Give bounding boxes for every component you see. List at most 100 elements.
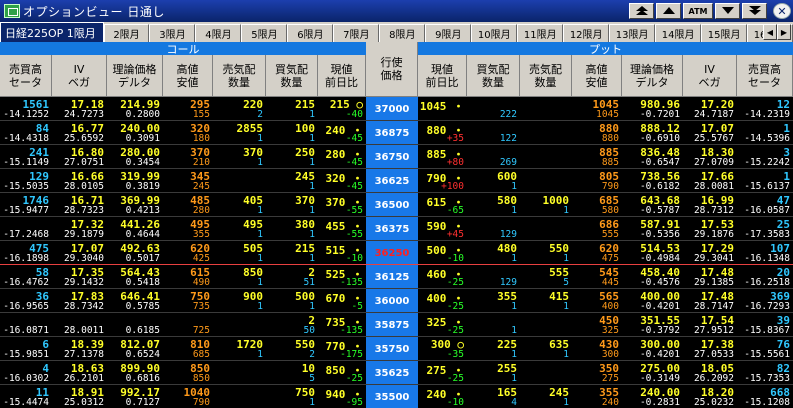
call-cell-0[interactable]: 84 -14.4318 [0, 121, 52, 145]
call-cell-6[interactable]: 525 ・ -135 [318, 265, 366, 289]
put-cell-6[interactable]: 76 -15.5561 [737, 337, 793, 361]
tab-expiry-10[interactable]: 10限月 [471, 24, 518, 42]
put-cell-2[interactable] [520, 97, 572, 121]
tab-expiry-8[interactable]: 8限月 [379, 24, 426, 42]
put-cell-3[interactable]: 686 555 [572, 217, 622, 241]
put-cell-0[interactable]: 400 ・ -25 [418, 289, 467, 313]
put-cell-3[interactable]: 450 325 [572, 313, 622, 337]
strike-price[interactable]: 35625 [366, 361, 418, 385]
strike-price[interactable]: 36875 [366, 121, 418, 145]
call-cell-1[interactable]: 17.07 29.3040 [52, 241, 107, 265]
call-cell-1[interactable]: 16.66 28.0105 [52, 169, 107, 193]
put-cell-6[interactable]: 82 -15.7353 [737, 361, 793, 385]
strike-price[interactable]: 35875 [366, 313, 418, 337]
call-header-3[interactable]: 高値 安値 [163, 55, 213, 97]
call-cell-6[interactable]: 670 ・ -5 [318, 289, 366, 313]
put-cell-4[interactable]: 514.53 -0.4984 [622, 241, 683, 265]
call-cell-1[interactable]: 17.35 29.1432 [52, 265, 107, 289]
strike-header[interactable]: 行使 価格 [366, 42, 418, 97]
put-cell-3[interactable]: 350 275 [572, 361, 622, 385]
put-cell-2[interactable]: 555 5 [520, 265, 572, 289]
put-header-0[interactable]: 現値 前日比 [418, 55, 467, 97]
call-cell-4[interactable]: 220 2 [213, 97, 266, 121]
call-cell-0[interactable]: 1561 -14.1252 [0, 97, 52, 121]
tab-expiry-1[interactable]: 日経225OP 1限月 [0, 22, 104, 42]
put-cell-1[interactable]: 355 1 [467, 289, 520, 313]
put-cell-0[interactable]: 275 ・ -25 [418, 361, 467, 385]
call-cell-2[interactable]: 280.00 0.3454 [107, 145, 163, 169]
call-header-6[interactable]: 現値 前日比 [318, 55, 366, 97]
call-cell-5[interactable]: 370 1 [266, 193, 318, 217]
call-cell-6[interactable]: 515 ・ -10 [318, 241, 366, 265]
strike-price[interactable]: 35750 [366, 337, 418, 361]
option-row[interactable]: 6 -15.9851 18.39 27.1378 812.07 0.6524 810 685 1… [0, 337, 793, 361]
put-cell-3[interactable]: 880 880 [572, 121, 622, 145]
call-cell-2[interactable]: 992.17 0.7127 [107, 385, 163, 408]
option-row[interactable]: -16.0871 28.0011 0.6185 725 2 50 735 ・ -135 325 … [0, 313, 793, 337]
call-header-4[interactable]: 売気配 数量 [213, 55, 266, 97]
put-cell-3[interactable]: 565 400 [572, 289, 622, 313]
put-cell-0[interactable]: 790 ・ +100 [418, 169, 467, 193]
call-cell-6[interactable]: 320 ・ -45 [318, 169, 366, 193]
call-cell-5[interactable]: 550 2 [266, 337, 318, 361]
put-cell-5[interactable]: 17.20 24.7187 [683, 97, 737, 121]
tab-expiry-11[interactable]: 11限月 [517, 24, 564, 42]
put-cell-4[interactable]: 240.00 -0.2831 [622, 385, 683, 408]
call-cell-0[interactable]: 36 -16.9565 [0, 289, 52, 313]
call-cell-3[interactable]: 485 280 [163, 193, 213, 217]
put-cell-0[interactable]: 240 ・ -10 [418, 385, 467, 408]
call-cell-2[interactable]: 492.63 0.5017 [107, 241, 163, 265]
put-cell-1[interactable]: 255 1 [467, 361, 520, 385]
tab-expiry-15[interactable]: 15限月 [701, 24, 748, 42]
option-row[interactable]: 58 -16.4762 17.35 29.1432 564.43 0.5418 615 490… [0, 265, 793, 289]
call-cell-3[interactable]: 495 355 [163, 217, 213, 241]
put-cell-6[interactable]: 1 -15.6137 [737, 169, 793, 193]
call-cell-6[interactable]: 940 ・ -95 [318, 385, 366, 408]
put-cell-5[interactable]: 17.48 28.7147 [683, 289, 737, 313]
put-cell-5[interactable]: 17.48 29.1385 [683, 265, 737, 289]
put-cell-5[interactable]: 18.05 26.2092 [683, 361, 737, 385]
call-cell-1[interactable]: 16.71 28.7323 [52, 193, 107, 217]
tab-expiry-13[interactable]: 13限月 [609, 24, 656, 42]
put-cell-6[interactable]: 107 -16.1348 [737, 241, 793, 265]
put-cell-5[interactable]: 17.38 27.0533 [683, 337, 737, 361]
call-cell-3[interactable]: 345 245 [163, 169, 213, 193]
call-cell-4[interactable]: 850 1 [213, 265, 266, 289]
put-cell-6[interactable]: 25 -17.3583 [737, 217, 793, 241]
put-cell-6[interactable]: 1 -14.5396 [737, 121, 793, 145]
call-cell-3[interactable]: 725 [163, 313, 213, 337]
put-cell-4[interactable]: 888.12 -0.6910 [622, 121, 683, 145]
put-cell-6[interactable]: 39 -15.8367 [737, 313, 793, 337]
put-cell-4[interactable]: 351.55 -0.3792 [622, 313, 683, 337]
put-cell-6[interactable]: 668 -15.1208 [737, 385, 793, 408]
put-cell-1[interactable]: 580 1 [467, 193, 520, 217]
call-cell-6[interactable]: 215 ○ -40 [318, 97, 366, 121]
option-row[interactable]: 1561 -14.1252 17.18 24.7273 214.99 0.2800 295 1… [0, 97, 793, 121]
call-cell-0[interactable]: 6 -15.9851 [0, 337, 52, 361]
put-cell-0[interactable]: 460 ・ -25 [418, 265, 467, 289]
put-cell-5[interactable]: 17.29 29.3041 [683, 241, 737, 265]
call-cell-0[interactable]: 11 -15.4474 [0, 385, 52, 408]
put-cell-3[interactable]: 805 790 [572, 169, 622, 193]
call-cell-4[interactable] [213, 361, 266, 385]
option-row[interactable]: 475 -16.1898 17.07 29.3040 492.63 0.5017 620 42… [0, 241, 793, 265]
call-cell-5[interactable]: 380 1 [266, 217, 318, 241]
call-cell-1[interactable]: 28.0011 [52, 313, 107, 337]
option-row[interactable]: -17.2468 17.32 29.1879 441.26 0.4644 495 355 49… [0, 217, 793, 241]
call-cell-1[interactable]: 17.83 28.7342 [52, 289, 107, 313]
option-row[interactable]: 129 -15.5035 16.66 28.0105 319.99 0.3819 345 24… [0, 169, 793, 193]
atm-button[interactable]: ATM [683, 3, 713, 19]
call-cell-3[interactable]: 620 425 [163, 241, 213, 265]
call-cell-1[interactable]: 17.18 24.7273 [52, 97, 107, 121]
call-cell-1[interactable]: 16.77 25.6592 [52, 121, 107, 145]
put-cell-2[interactable]: 245 1 [520, 385, 572, 408]
call-cell-6[interactable]: 280 ・ -45 [318, 145, 366, 169]
put-cell-3[interactable]: 620 475 [572, 241, 622, 265]
put-cell-4[interactable]: 300.00 -0.4201 [622, 337, 683, 361]
strike-price[interactable]: 36500 [366, 193, 418, 217]
put-header-6[interactable]: 売買高 セータ [737, 55, 793, 97]
call-cell-6[interactable]: 770 ・ -175 [318, 337, 366, 361]
strike-price[interactable]: 36000 [366, 289, 418, 313]
call-cell-2[interactable]: 240.00 0.3091 [107, 121, 163, 145]
call-cell-3[interactable]: 850 850 [163, 361, 213, 385]
